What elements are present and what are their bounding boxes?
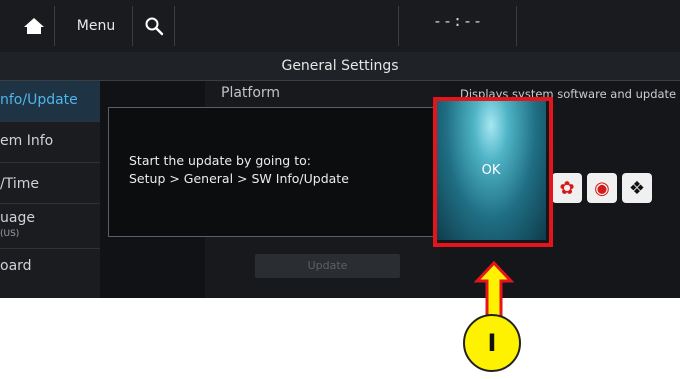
sidebar-item-language[interactable]: uage (US) <box>0 204 100 249</box>
topbar-divider <box>516 6 517 46</box>
home-button[interactable] <box>14 6 55 46</box>
dialog-message-line-1: Start the update by going to: <box>129 153 311 168</box>
head-unit-screen: Menu --:-- General Settings nfo/Update e… <box>0 0 680 298</box>
sidebar-item-label: oard <box>0 258 32 274</box>
sidebar-item-label: nfo/Update <box>0 92 78 108</box>
callout-marker-label: I <box>487 329 497 357</box>
topbar-divider <box>398 6 399 46</box>
up-arrow-icon <box>474 261 514 321</box>
sidebar-item-label: uage <box>0 210 35 226</box>
menu-button[interactable]: Menu <box>60 6 133 46</box>
sidebar: nfo/Update em Info /Time uage (US) oard <box>0 81 100 298</box>
top-bar: Menu --:-- <box>0 0 680 52</box>
sidebar-item-sw-info-update[interactable]: nfo/Update <box>0 81 100 122</box>
sidebar-item-date-time[interactable]: /Time <box>0 163 100 204</box>
dialog-message-line-2: Setup > General > SW Info/Update <box>129 171 349 186</box>
home-icon <box>24 18 44 34</box>
search-button[interactable] <box>134 6 175 46</box>
sidebar-item-label: /Time <box>0 176 39 192</box>
clock: --:-- <box>432 12 484 30</box>
callout-marker: I <box>463 314 521 372</box>
sidebar-item-label: em Info <box>0 133 54 149</box>
search-icon <box>145 17 164 36</box>
red-swirl-logo-icon: ◉ <box>587 173 617 203</box>
sidebar-item-keyboard[interactable]: oard <box>0 249 100 289</box>
sidebar-item-system-info[interactable]: em Info <box>0 122 100 163</box>
page-title: General Settings <box>0 52 680 81</box>
dialog-message: Start the update by going to: Setup > Ge… <box>129 152 349 188</box>
sidebar-item-sublabel: (US) <box>0 229 20 239</box>
red-rose-logo-icon: ✿ <box>552 173 582 203</box>
highlight-box <box>433 97 553 247</box>
update-button[interactable]: Update <box>255 254 400 278</box>
black-eagle-logo-icon: ❖ <box>622 173 652 203</box>
platform-label: Platform <box>221 85 281 101</box>
